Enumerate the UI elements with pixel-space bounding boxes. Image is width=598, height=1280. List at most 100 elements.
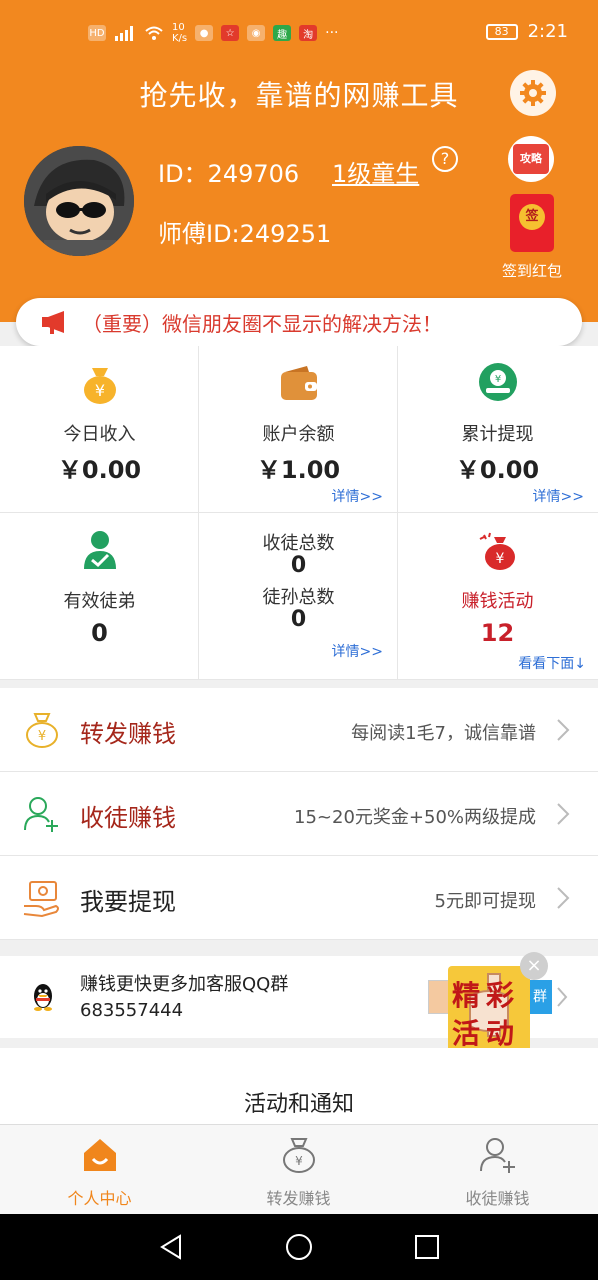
today-income-cell: ¥ 今日收入 ￥0.00 (0, 346, 199, 513)
qq-group-number: 683557444 (80, 1000, 184, 1021)
sign-in-label[interactable]: 签到红包 (496, 260, 568, 281)
gear-icon (520, 80, 546, 106)
svg-text:¥: ¥ (95, 381, 105, 400)
today-income-label: 今日收入 (63, 424, 136, 445)
clock: 2:21 (527, 21, 568, 42)
list-item-title: 收徒赚钱 (80, 804, 176, 832)
promo-activity-badge[interactable]: 精彩 活动 (448, 966, 530, 1052)
apprentice-total-cell[interactable]: 收徒总数 0 徒孙总数 0 详情>> (199, 513, 398, 680)
svg-text:¥: ¥ (38, 729, 46, 744)
app3-status-icon: 淘 (299, 25, 318, 41)
app2-status-icon: 趣 (273, 25, 292, 41)
activity-bag-icon: ¥ (479, 532, 515, 570)
valid-apprentice-cell: 有效徒弟 0 (0, 513, 199, 680)
qq-group-text: 赚钱更快更多加客服QQ群 683557444 (80, 972, 288, 1024)
list-item-title: 转发赚钱 (80, 720, 176, 748)
system-nav-bar (0, 1214, 598, 1280)
tab-recruit-earn[interactable]: 收徒赚钱 (398, 1125, 598, 1215)
bottom-tab-bar: 个人中心 ¥ 转发赚钱 收徒赚钱 (0, 1124, 598, 1214)
redpack-icon: 签 (519, 204, 545, 230)
add-user-icon (24, 797, 58, 832)
tab-personal-center[interactable]: 个人中心 (0, 1125, 199, 1215)
withdrawn-value: ￥0.00 (455, 456, 540, 484)
status-icons: HD 10 K/s ● ☆ ◉ 趣 淘 ··· (88, 22, 339, 44)
status-bar: HD 10 K/s ● ☆ ◉ 趣 淘 ··· 83 2:21 (0, 18, 598, 52)
add-user-tab-icon (480, 1138, 515, 1173)
apprentice-total-value: 0 (290, 553, 307, 578)
home-nav-icon[interactable] (284, 1232, 314, 1262)
menu-list: ¥ 转发赚钱 每阅读1毛7，诚信靠谱 收徒赚钱 15~20元奖金+50%两级提成… (0, 688, 598, 940)
activity-value: 12 (480, 619, 515, 647)
list-item-recruit-earn[interactable]: 收徒赚钱 15~20元奖金+50%两级提成 (0, 772, 598, 856)
close-icon[interactable]: × (520, 952, 548, 980)
signal-icon (115, 26, 133, 41)
cash-hand-icon (23, 881, 59, 918)
activity-see-below-link[interactable]: 看看下面↓ (518, 653, 586, 673)
tab-label: 收徒赚钱 (465, 1189, 530, 1208)
wifi-icon (145, 26, 163, 40)
money-bag-tab-icon: ¥ (283, 1138, 315, 1173)
withdrawn-cell[interactable]: ¥ 累计提现 ￥0.00 详情>> (398, 346, 598, 513)
profile-header: HD 10 K/s ● ☆ ◉ 趣 淘 ··· 83 2:21 抢先收，靠谱的网… (0, 0, 598, 322)
notice-text: （重要）微信朋友圈不显示的解决方法！ (82, 311, 442, 336)
news-section-title: 活动和通知 (243, 1092, 354, 1117)
svg-text:¥: ¥ (495, 374, 501, 385)
promo-line2: 活动 (452, 1017, 521, 1050)
user-check-icon (84, 531, 116, 569)
news-section: 活动和通知 (0, 1048, 598, 1124)
recents-icon[interactable] (412, 1232, 442, 1262)
list-item-desc: 15~20元奖金+50%两级提成 (294, 807, 536, 828)
list-item-title: 我要提现 (80, 888, 176, 916)
money-bag-outline-icon: ¥ (26, 713, 58, 748)
chevron-right-icon (557, 887, 570, 909)
back-icon[interactable] (156, 1232, 186, 1262)
promo-line1: 精彩 (452, 979, 521, 1012)
activity-label: 赚钱活动 (461, 591, 534, 612)
app-status-icon: ☆ (221, 25, 240, 41)
withdraw-icon: ¥ (479, 363, 517, 401)
money-bag-icon: ¥ (84, 368, 116, 404)
join-group-button[interactable]: 群 (528, 980, 552, 1014)
megaphone-icon (42, 311, 64, 334)
guide-button[interactable]: 攻略 (508, 136, 554, 182)
chevron-right-icon (557, 987, 568, 1007)
withdrawn-label: 累计提现 (461, 424, 534, 445)
list-item-forward-earn[interactable]: ¥ 转发赚钱 每阅读1毛7，诚信靠谱 (0, 688, 598, 772)
tab-label: 转发赚钱 (266, 1189, 331, 1208)
activity-cell[interactable]: ¥ 赚钱活动 12 看看下面↓ (398, 513, 598, 680)
battery-icon: 83 (485, 23, 518, 40)
home-icon (84, 1139, 116, 1171)
network-speed: 10 K/s (172, 22, 188, 44)
notice-banner[interactable]: （重要）微信朋友圈不显示的解决方法！ (16, 298, 582, 346)
list-item-desc: 每阅读1毛7，诚信靠谱 (351, 723, 536, 744)
wallet-icon (281, 366, 317, 400)
stats-grid: ¥ 今日收入 ￥0.00 账户余额 ￥1.00 详情>> ¥ 累计提现 ￥0.0… (0, 346, 598, 680)
user-level-link[interactable]: 1级童生 (332, 154, 419, 189)
balance-detail-link[interactable]: 详情>> (332, 486, 383, 506)
apprentice-total-label: 收徒总数 (262, 533, 335, 554)
help-icon[interactable]: ? (432, 146, 458, 172)
grand-apprentice-value: 0 (290, 607, 307, 632)
avatar-image (24, 146, 134, 256)
status-right: 83 2:21 (485, 21, 568, 42)
svg-text:¥: ¥ (295, 1154, 303, 1168)
grand-apprentice-label: 徒孙总数 (262, 587, 335, 608)
tab-label: 个人中心 (67, 1189, 132, 1208)
chevron-right-icon (557, 719, 570, 741)
qq-group-line1: 赚钱更快更多加客服QQ群 (80, 974, 289, 995)
avatar[interactable] (24, 146, 134, 256)
today-income-value: ￥0.00 (57, 456, 142, 484)
balance-cell[interactable]: 账户余额 ￥1.00 详情>> (199, 346, 398, 513)
master-id: 师傅ID:249251 (158, 220, 332, 248)
tab-forward-earn[interactable]: ¥ 转发赚钱 (199, 1125, 398, 1215)
more-status-icon: ··· (325, 25, 339, 41)
user-id: ID：249706 (158, 160, 300, 188)
apprentice-detail-link[interactable]: 详情>> (332, 641, 383, 661)
sign-in-redpack-button[interactable]: 签 (510, 194, 554, 252)
withdrawn-detail-link[interactable]: 详情>> (533, 486, 584, 506)
settings-button[interactable] (510, 70, 556, 116)
balance-label: 账户余额 (262, 424, 335, 445)
balance-value: ￥1.00 (256, 456, 341, 484)
qq-penguin-icon (34, 984, 52, 1011)
list-item-withdraw[interactable]: 我要提现 5元即可提现 (0, 856, 598, 940)
